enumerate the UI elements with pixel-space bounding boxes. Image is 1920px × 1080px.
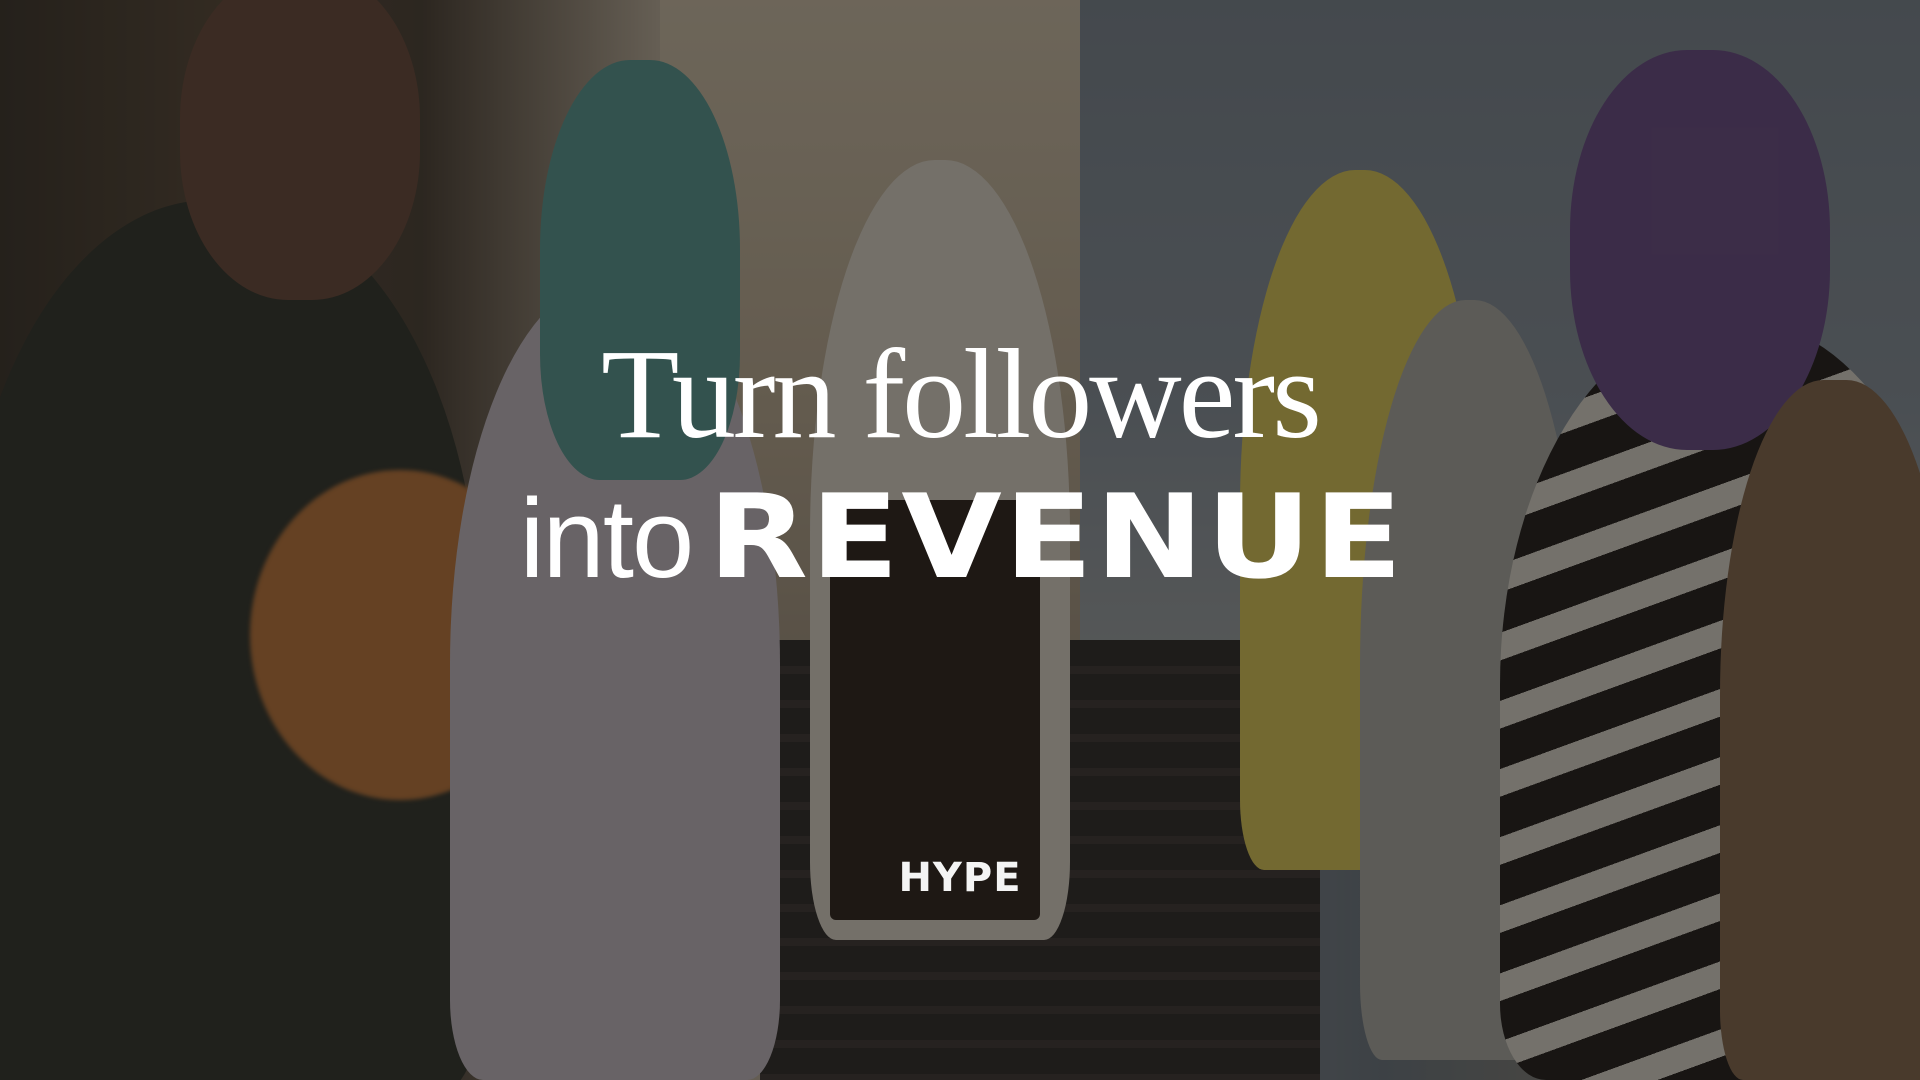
headline-line-2: into REVENUE [0, 480, 1920, 596]
hype-logo: HYPE [898, 855, 1022, 901]
headline-into: into [519, 476, 695, 601]
headline-revenue: REVENUE [708, 470, 1405, 605]
headline-line-1: Turn followers [601, 323, 1322, 465]
hero-headline: Turn followers into REVENUE [0, 330, 1920, 596]
